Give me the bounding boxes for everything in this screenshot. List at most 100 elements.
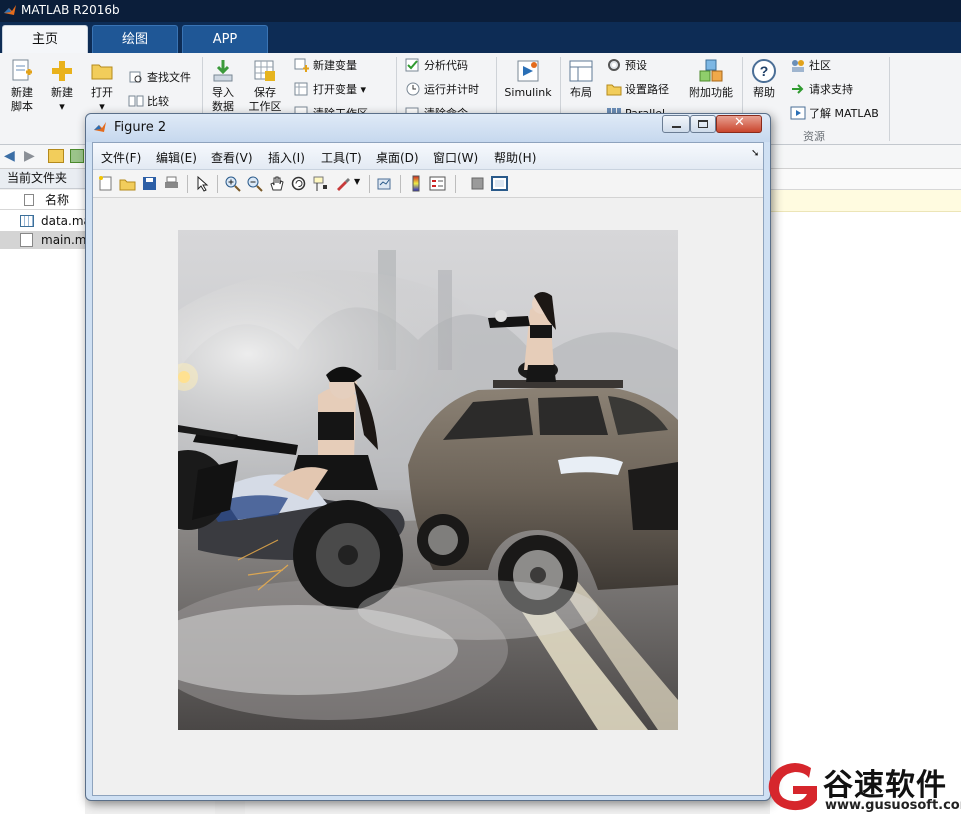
tab-plots[interactable]: 绘图: [92, 25, 178, 53]
name-column-header[interactable]: 名称: [45, 190, 69, 210]
up-folder-icon[interactable]: [48, 149, 64, 163]
link-plot-icon[interactable]: [376, 175, 393, 192]
toolbar-separator: [187, 175, 188, 193]
app-title: MATLAB R2016b: [21, 3, 120, 17]
find-files-button[interactable]: 查找文件: [128, 69, 191, 87]
analyze-code-button[interactable]: 分析代码: [405, 57, 468, 75]
save-workspace-label-2: 工作区: [248, 100, 282, 113]
chevron-down-icon[interactable]: ▼: [354, 177, 360, 186]
legend-icon[interactable]: [429, 175, 446, 192]
menu-help[interactable]: 帮助(H): [494, 149, 536, 166]
dock-arrow-icon[interactable]: ➘: [751, 148, 759, 159]
colorbar-icon[interactable]: [407, 175, 424, 192]
menu-desktop[interactable]: 桌面(D): [376, 149, 419, 166]
command-window[interactable]: [770, 212, 961, 814]
analyze-code-icon: [405, 58, 419, 72]
menu-edit[interactable]: 编辑(E): [156, 149, 197, 166]
new-figure-icon[interactable]: [97, 175, 114, 192]
back-arrow-icon[interactable]: ◀: [4, 148, 15, 164]
forward-arrow-icon[interactable]: ▶: [24, 148, 35, 164]
zoom-in-icon[interactable]: [224, 175, 241, 192]
app-titlebar: MATLAB R2016b: [0, 0, 961, 22]
new-button[interactable]: 新建 ▾: [44, 58, 80, 114]
hide-plot-tools-icon[interactable]: [469, 175, 486, 192]
help-label: 帮助: [753, 86, 775, 99]
open-variable-label: 打开变量: [313, 83, 357, 96]
list-item[interactable]: main.m: [0, 231, 85, 249]
file-name: main.m: [41, 233, 85, 247]
request-support-label: 请求支持: [809, 83, 853, 96]
maximize-icon: [698, 120, 708, 128]
figure-title: Figure 2: [114, 120, 167, 135]
tab-apps[interactable]: APP: [182, 25, 268, 53]
chevron-down-icon: ▾: [360, 83, 367, 96]
ribbon-empty-area: [890, 53, 961, 145]
pointer-icon[interactable]: [194, 175, 211, 192]
simulink-button[interactable]: Simulink: [502, 58, 554, 100]
new-label: 新建: [51, 86, 73, 99]
addons-cubes-icon: [699, 59, 723, 82]
list-item[interactable]: data.mat: [0, 212, 85, 230]
request-support-icon: [792, 84, 804, 94]
save-workspace-icon: [254, 60, 275, 81]
learn-matlab-icon: [790, 106, 806, 120]
file-name: data.mat: [41, 214, 85, 228]
run-and-time-button[interactable]: 运行并计时: [405, 81, 479, 99]
new-variable-label: 新建变量: [313, 59, 357, 72]
save-icon[interactable]: [141, 175, 158, 192]
addons-label: 附加功能: [689, 86, 733, 99]
menu-file[interactable]: 文件(F): [101, 149, 141, 166]
compare-button[interactable]: 比较: [128, 93, 169, 111]
learn-matlab-button[interactable]: 了解 MATLAB: [790, 105, 879, 123]
tab-home[interactable]: 主页: [2, 25, 88, 53]
brush-icon[interactable]: [334, 175, 351, 192]
menu-window[interactable]: 窗口(W): [433, 149, 478, 166]
watermark-logo-icon: [768, 763, 817, 811]
minimize-button[interactable]: [662, 115, 690, 133]
browse-folder-icon[interactable]: [70, 149, 84, 163]
open-variable-button[interactable]: 打开变量 ▾: [294, 81, 366, 99]
addons-button[interactable]: 附加功能: [686, 58, 736, 100]
community-button[interactable]: 社区: [790, 57, 831, 75]
zoom-out-icon[interactable]: [246, 175, 263, 192]
new-script-icon: [12, 59, 32, 81]
open-button[interactable]: 打开 ▾: [84, 58, 120, 114]
rotate-icon[interactable]: [290, 175, 307, 192]
layout-button[interactable]: 布局: [564, 58, 598, 100]
maximize-button[interactable]: [690, 115, 716, 133]
figure-window: Figure 2 ✕ 文件(F) 编辑(E) 查看(V) 插入(I) 工具(T)…: [85, 113, 771, 801]
community-label: 社区: [809, 59, 831, 72]
set-path-button[interactable]: 设置路径: [606, 81, 669, 99]
run-and-time-icon: [406, 82, 420, 96]
menu-tools[interactable]: 工具(T): [321, 149, 362, 166]
right-panel-header: [770, 169, 961, 190]
folder-icon: [91, 64, 113, 80]
file-column-icon: [24, 194, 34, 206]
file-list-header[interactable]: 名称: [0, 190, 85, 210]
matlab-logo-icon: [94, 122, 106, 132]
help-button[interactable]: ? 帮助: [746, 58, 782, 100]
help-question-icon: ?: [752, 59, 776, 83]
close-button[interactable]: ✕: [716, 115, 762, 133]
new-script-button[interactable]: 新建 脚本: [4, 58, 40, 114]
show-plot-tools-icon[interactable]: [491, 175, 508, 192]
preferences-label: 预设: [625, 59, 647, 72]
open-file-icon[interactable]: [119, 175, 136, 192]
figure-body: 文件(F) 编辑(E) 查看(V) 插入(I) 工具(T) 桌面(D) 窗口(W…: [92, 142, 764, 796]
matlab-logo-icon: [4, 5, 16, 15]
toolbar-separator: [217, 175, 218, 193]
save-workspace-button[interactable]: 保存 工作区: [246, 58, 284, 114]
import-data-button[interactable]: 导入 数据: [206, 58, 240, 114]
figure-titlebar[interactable]: Figure 2 ✕: [86, 114, 770, 142]
menu-view[interactable]: 查看(V): [211, 149, 253, 166]
request-support-button[interactable]: 请求支持: [790, 81, 853, 99]
new-variable-button[interactable]: 新建变量: [294, 57, 357, 75]
preferences-button[interactable]: 预设: [606, 57, 647, 75]
find-files-label: 查找文件: [147, 71, 191, 84]
figure-image[interactable]: [178, 230, 678, 730]
pan-icon[interactable]: [268, 175, 285, 192]
print-icon[interactable]: [163, 175, 180, 192]
data-cursor-icon[interactable]: [312, 175, 329, 192]
close-icon: ✕: [734, 115, 745, 130]
menu-insert[interactable]: 插入(I): [268, 149, 305, 166]
